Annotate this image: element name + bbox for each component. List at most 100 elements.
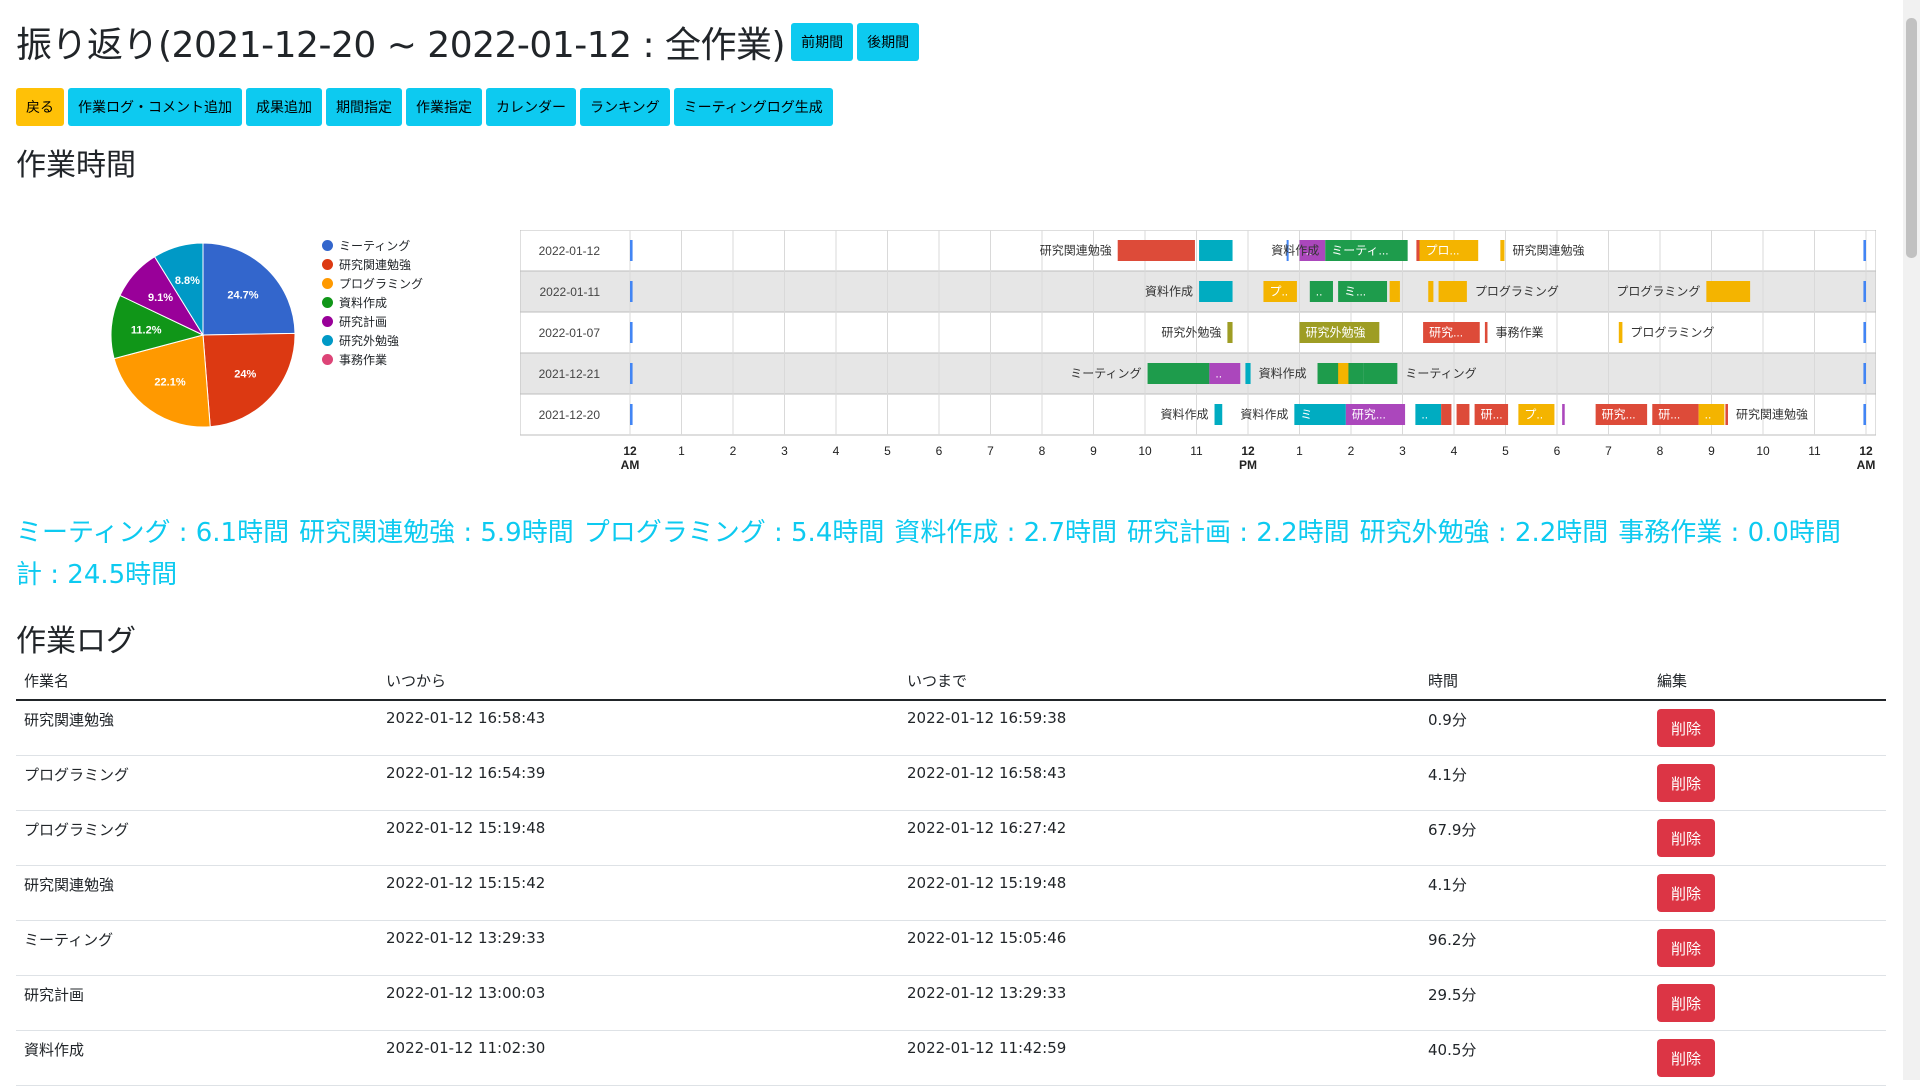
timeline-bar[interactable] [1562, 404, 1565, 425]
cell-from: 2022-01-12 15:19:48 [378, 810, 899, 866]
timeline-bar[interactable] [630, 363, 633, 384]
legend-label: 資料作成 [339, 296, 388, 310]
delete-button[interactable]: 削除 [1657, 984, 1716, 1022]
timeline-bar-label: プログラミング [1630, 326, 1714, 340]
legend-label: 研究外勉強 [339, 334, 400, 348]
cell-time: 67.9分 [1420, 810, 1649, 866]
timeline-bar[interactable] [1698, 404, 1725, 425]
timeline-bar[interactable] [1199, 281, 1233, 302]
timeline-bar[interactable] [1209, 363, 1241, 384]
toolbar-button-3[interactable]: 期間指定 [326, 88, 402, 126]
timeline-bar[interactable] [1199, 240, 1233, 261]
prev-period-button[interactable]: 前期間 [791, 23, 854, 61]
next-period-button[interactable]: 後期間 [857, 23, 920, 61]
timeline-bar[interactable] [630, 281, 633, 302]
timeline-bar[interactable] [1227, 322, 1233, 343]
cell-to: 2022-01-12 16:27:42 [899, 810, 1420, 866]
delete-button[interactable]: 削除 [1657, 709, 1716, 747]
timeline-bar[interactable] [1214, 404, 1223, 425]
toolbar-button-7[interactable]: ミーティングログ生成 [673, 88, 833, 126]
toolbar-button-1[interactable]: 作業ログ・コメント追加 [68, 88, 242, 126]
timeline-bar[interactable] [630, 322, 633, 343]
timeline-row [520, 230, 1876, 272]
legend-item[interactable]: 研究外勉強 [322, 331, 423, 350]
timeline-bar-label: 研究... [1602, 407, 1636, 422]
cell-edit: 削除 [1649, 865, 1886, 921]
timeline-bar[interactable] [1484, 322, 1488, 343]
timeline-bar[interactable] [1389, 281, 1400, 302]
delete-button[interactable]: 削除 [1657, 764, 1716, 802]
timeline-bar[interactable] [1706, 281, 1751, 302]
timeline-tick-label: 12 PM [1239, 444, 1257, 472]
col-from-header: いつから [378, 662, 899, 701]
timeline-bar-label: 資料作成 [1271, 244, 1319, 258]
toolbar-button-4[interactable]: 作業指定 [406, 88, 482, 126]
timeline-bar[interactable] [1428, 281, 1434, 302]
summary-item: 資料作成 : 2.7時間 [894, 518, 1117, 548]
toolbar-button-5[interactable]: カレンダー [486, 88, 576, 126]
delete-button[interactable]: 削除 [1657, 929, 1716, 967]
table-row: 研究関連勉強 2022-01-12 16:58:43 2022-01-12 16:5… [16, 700, 1886, 756]
legend-item[interactable]: プログラミング [322, 274, 423, 293]
cell-time: 0.9分 [1420, 700, 1649, 756]
legend-item[interactable]: 研究計画 [322, 312, 423, 331]
timeline-bar[interactable] [1415, 404, 1442, 425]
timeline-bar[interactable] [1441, 404, 1452, 425]
timeline-bar[interactable] [1725, 404, 1728, 425]
timeline-bar-label: プ.. [1269, 285, 1288, 299]
timeline-row-label: 2022-01-11 [540, 285, 601, 299]
toolbar-button-0[interactable]: 戻る [16, 88, 64, 126]
col-to-header: いつまで [899, 662, 1420, 701]
timeline-bar[interactable] [1416, 240, 1420, 261]
timeline-bar[interactable] [630, 404, 633, 425]
summary-items: ミーティング : 6.1時間 研究関連勉強 : 5.9時間 プログラミング : 5.… [16, 512, 1886, 554]
timeline-bar-label: ミ... [1344, 285, 1366, 299]
legend-item[interactable]: ミーティング [322, 236, 423, 255]
timeline-bar[interactable] [1338, 363, 1349, 384]
timeline-bar[interactable] [1147, 363, 1210, 384]
timeline-bar[interactable] [1456, 404, 1470, 425]
timeline-bar[interactable] [1618, 322, 1623, 343]
timeline-bar[interactable] [1863, 404, 1866, 425]
toolbar-button-2[interactable]: 成果追加 [246, 88, 322, 126]
timeline-tick-label: 5 [884, 444, 891, 458]
timeline-bar-label: ミーティング [1070, 367, 1141, 381]
timeline-tick-label: 6 [1554, 444, 1561, 458]
timeline-tick-label: 1 [1296, 444, 1303, 458]
period-buttons: 前期間 後期間 [791, 23, 920, 61]
timeline-bar[interactable] [1363, 363, 1398, 384]
scrollbar[interactable] [1903, 0, 1920, 1080]
timeline-bar-label: ミ [1300, 408, 1312, 422]
scrollbar-thumb[interactable] [1906, 18, 1917, 258]
legend-item[interactable]: 事務作業 [322, 350, 423, 369]
timeline-bar[interactable] [1438, 281, 1467, 302]
delete-button[interactable]: 削除 [1657, 1039, 1716, 1077]
timeline-tick-label: 4 [833, 444, 840, 458]
legend-item[interactable]: 研究関連勉強 [322, 255, 423, 274]
pie-slice-label: 24% [234, 368, 256, 380]
cell-from: 2022-01-12 13:29:33 [378, 920, 899, 976]
timeline-bar[interactable] [1117, 240, 1195, 261]
timeline-bar[interactable] [1245, 363, 1251, 384]
delete-button[interactable]: 削除 [1657, 874, 1716, 912]
cell-from: 2022-01-12 16:54:39 [378, 755, 899, 811]
timeline-bar[interactable] [1863, 240, 1866, 261]
timeline-bar[interactable] [1500, 240, 1505, 261]
log-table-body: 研究関連勉強 2022-01-12 16:58:43 2022-01-12 16:5… [16, 700, 1886, 1086]
timeline-bar-label: 研究関連勉強 [1736, 407, 1808, 422]
timeline-bar[interactable] [1863, 363, 1866, 384]
log-heading: 作業ログ [16, 624, 136, 659]
timeline-bar-label: 事務作業 [1495, 326, 1543, 340]
legend-label: プログラミング [339, 277, 424, 291]
delete-button[interactable]: 削除 [1657, 819, 1716, 857]
timeline-bar[interactable] [1863, 322, 1866, 343]
timeline-bar[interactable] [630, 240, 633, 261]
toolbar: 戻る 作業ログ・コメント追加 成果追加 期間指定 作業指定 カレンダー ランキング ミーティン… [16, 88, 1886, 126]
timeline-tick-label: 5 [1502, 444, 1509, 458]
legend-item[interactable]: 資料作成 [322, 293, 423, 312]
timeline-tick-label: 9 [1090, 444, 1097, 458]
legend-swatch [322, 259, 333, 270]
toolbar-button-6[interactable]: ランキング [580, 88, 670, 126]
timeline-bar[interactable] [1863, 281, 1866, 302]
title-row: 振り返り(2021-12-20 ~ 2022-01-12 : 全作業) 前期間 … [16, 18, 1886, 66]
